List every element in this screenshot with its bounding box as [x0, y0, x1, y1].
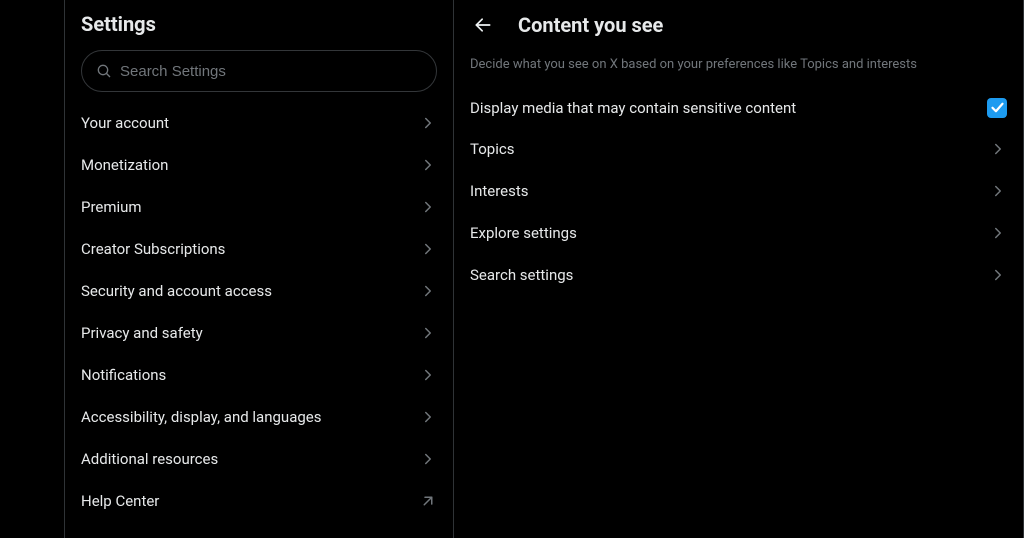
chevron-right-icon: [989, 224, 1007, 242]
settings-nav-item-label: Creator Subscriptions: [81, 240, 419, 258]
settings-column: Settings Your account Monetization Premium…: [64, 0, 454, 538]
detail-row-label: Explore settings: [470, 224, 577, 242]
detail-row[interactable]: Explore settings: [454, 212, 1023, 254]
sensitive-content-checkbox[interactable]: [987, 98, 1007, 118]
settings-nav-item-label: Premium: [81, 198, 419, 216]
detail-row-label: Interests: [470, 182, 529, 200]
chevron-right-icon: [419, 156, 437, 174]
settings-nav-item-label: Help Center: [81, 492, 419, 510]
search-container: [65, 46, 453, 102]
external-link-icon: [419, 492, 437, 510]
settings-nav-item[interactable]: Your account: [65, 102, 453, 144]
chevron-right-icon: [419, 114, 437, 132]
settings-nav-item-label: Notifications: [81, 366, 419, 384]
search-field[interactable]: [81, 50, 437, 92]
chevron-right-icon: [419, 240, 437, 258]
detail-header: Content you see: [454, 0, 1023, 50]
settings-nav-item[interactable]: Notifications: [65, 354, 453, 396]
chevron-right-icon: [419, 282, 437, 300]
detail-rows: Topics Interests Explore settings Search se…: [454, 128, 1023, 296]
chevron-right-icon: [419, 408, 437, 426]
settings-nav-item-label: Monetization: [81, 156, 419, 174]
chevron-right-icon: [419, 324, 437, 342]
back-button[interactable]: [466, 8, 500, 42]
settings-nav-item-label: Accessibility, display, and languages: [81, 408, 419, 426]
settings-nav-item[interactable]: Accessibility, display, and languages: [65, 396, 453, 438]
settings-nav-item[interactable]: Creator Subscriptions: [65, 228, 453, 270]
settings-nav-item[interactable]: Premium: [65, 186, 453, 228]
detail-row-label: Search settings: [470, 266, 573, 284]
settings-nav-item[interactable]: Help Center: [65, 480, 453, 522]
chevron-right-icon: [419, 450, 437, 468]
settings-nav-item-label: Security and account access: [81, 282, 419, 300]
settings-nav-item-label: Additional resources: [81, 450, 419, 468]
chevron-right-icon: [989, 182, 1007, 200]
settings-nav-list: Your account Monetization Premium Creator S…: [65, 102, 453, 522]
detail-title: Content you see: [518, 13, 663, 37]
search-input[interactable]: [120, 63, 422, 80]
detail-row[interactable]: Interests: [454, 170, 1023, 212]
sensitive-content-label: Display media that may contain sensitive…: [470, 99, 796, 117]
settings-title: Settings: [65, 0, 453, 46]
detail-row-label: Topics: [470, 140, 514, 158]
settings-nav-item-label: Privacy and safety: [81, 324, 419, 342]
detail-column: Content you see Decide what you see on X…: [454, 0, 1024, 538]
detail-row[interactable]: Topics: [454, 128, 1023, 170]
settings-nav-item-label: Your account: [81, 114, 419, 132]
settings-nav-item[interactable]: Monetization: [65, 144, 453, 186]
search-icon: [96, 63, 112, 79]
settings-nav-item[interactable]: Privacy and safety: [65, 312, 453, 354]
chevron-right-icon: [989, 140, 1007, 158]
detail-row[interactable]: Search settings: [454, 254, 1023, 296]
chevron-right-icon: [419, 198, 437, 216]
sensitive-content-toggle-row: Display media that may contain sensitive…: [454, 88, 1023, 128]
settings-nav-item[interactable]: Security and account access: [65, 270, 453, 312]
detail-description: Decide what you see on X based on your p…: [454, 50, 1023, 88]
settings-nav-item[interactable]: Additional resources: [65, 438, 453, 480]
chevron-right-icon: [419, 366, 437, 384]
chevron-right-icon: [989, 266, 1007, 284]
